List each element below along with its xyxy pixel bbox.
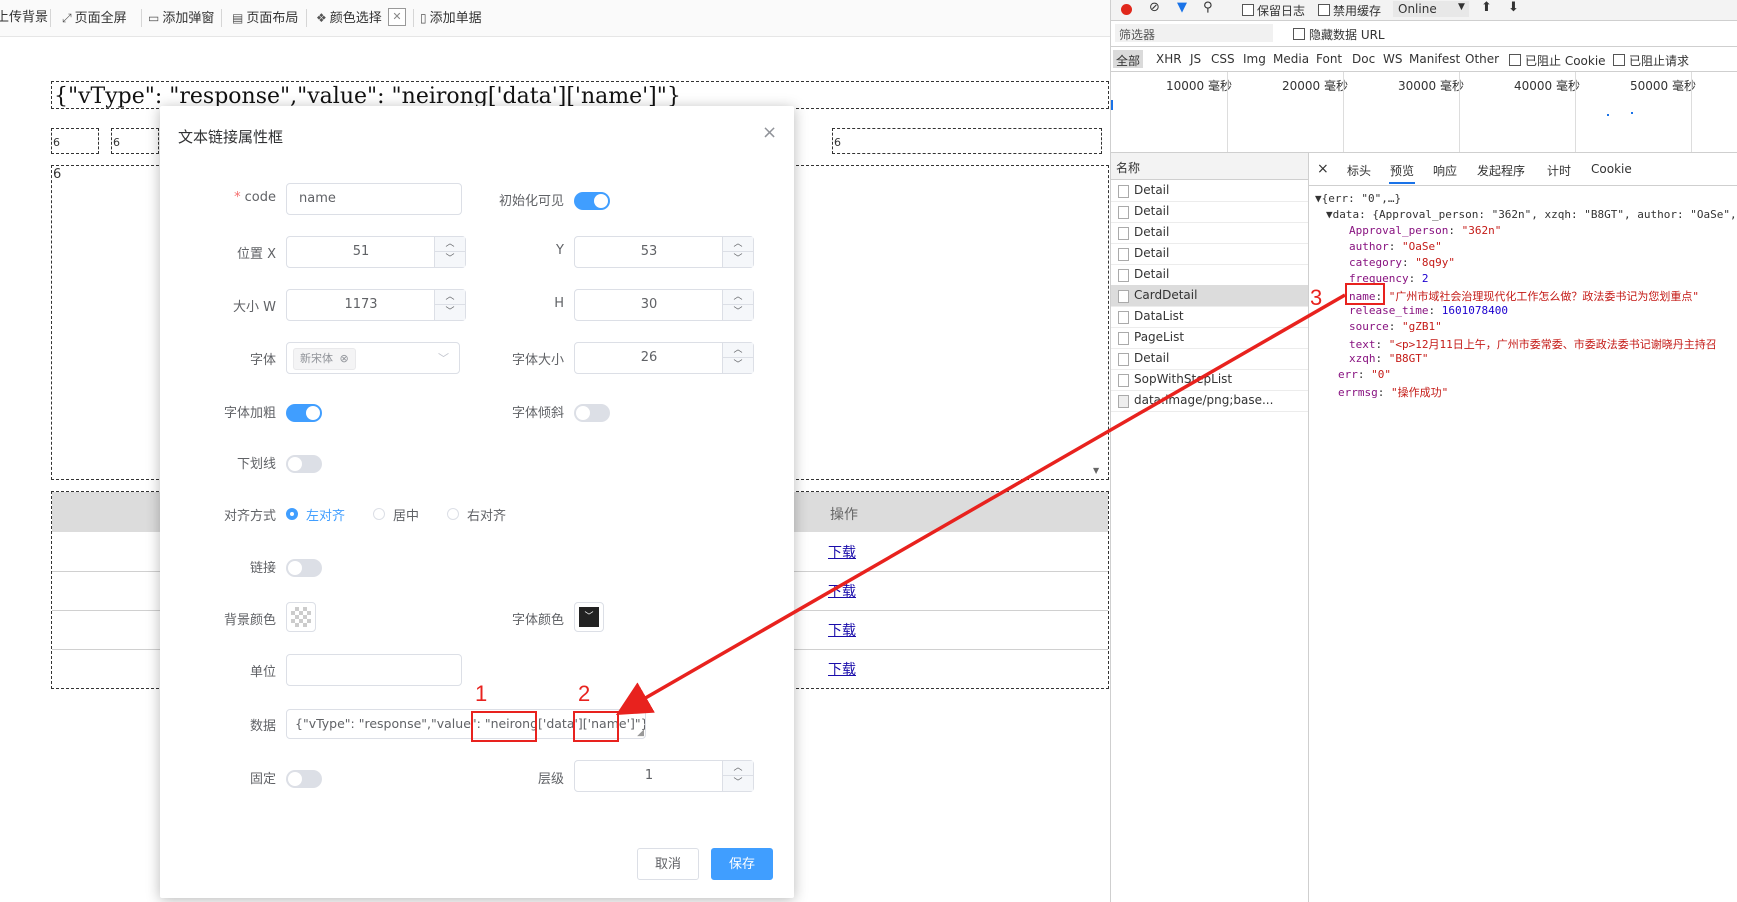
arrow-line	[615, 293, 1346, 715]
annotation-arrow	[615, 293, 1346, 715]
